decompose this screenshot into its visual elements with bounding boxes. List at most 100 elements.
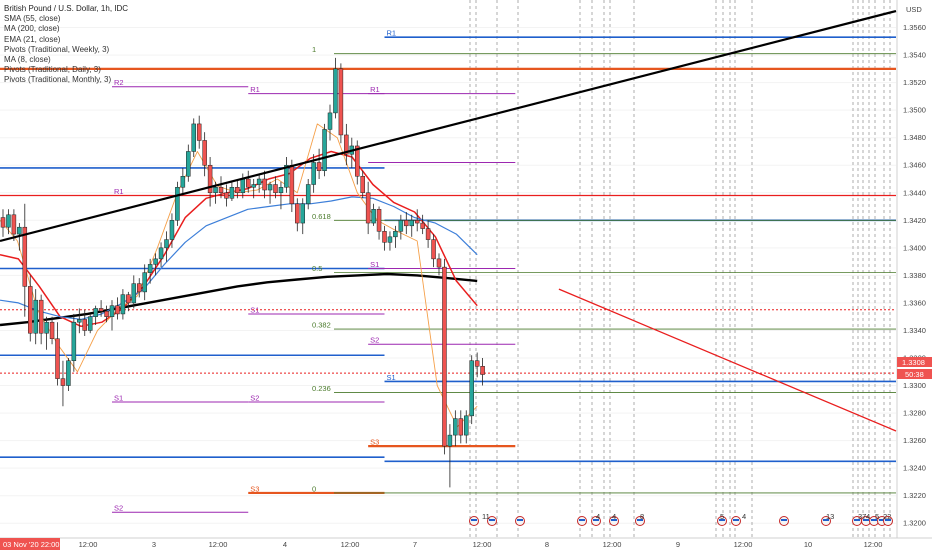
- pivot-label: S3: [370, 438, 379, 447]
- black-trend: [0, 9, 897, 243]
- candle-body: [82, 319, 87, 331]
- ma-line: [0, 150, 478, 328]
- candle: [87, 313, 93, 334]
- candle-body: [420, 222, 425, 229]
- event-flag-icon: [731, 516, 741, 526]
- fib-label: 0.236: [312, 384, 331, 393]
- candle: [469, 355, 474, 425]
- candle-body: [98, 308, 104, 312]
- candle-body: [191, 123, 196, 152]
- candle-body: [158, 247, 164, 260]
- candle-body: [87, 316, 93, 331]
- candle: [447, 424, 453, 488]
- price-tick-label: 1.3280: [903, 409, 926, 418]
- price-tick-label: 1.3200: [903, 519, 926, 528]
- candle: [126, 291, 131, 312]
- event-flag-icon: [517, 519, 523, 521]
- time-start-label: 03 Nov '20 22:00: [3, 540, 59, 549]
- time-tick-label: 12:00: [209, 540, 228, 549]
- time-tick-label: 4: [283, 540, 287, 549]
- current-price-label: 1.3308: [902, 358, 925, 367]
- pivot-label: S2: [250, 394, 259, 403]
- candle-body: [153, 258, 158, 265]
- candle-body: [414, 220, 420, 224]
- event-count-label: 4: [612, 512, 616, 521]
- candle: [420, 214, 425, 235]
- event-flag-icon: [469, 516, 479, 526]
- currency-label: USD: [906, 5, 922, 14]
- fib-label: 0.5: [312, 264, 322, 273]
- pivot-label: R2: [114, 78, 124, 87]
- event-flag-icon: [781, 519, 787, 521]
- price-tick-label: 1.3260: [903, 436, 926, 445]
- candle-body: [338, 68, 344, 136]
- time-tick-label: 3: [152, 540, 156, 549]
- pivot-label: S1: [387, 373, 396, 382]
- candle: [142, 264, 147, 301]
- candle: [28, 275, 33, 342]
- candle: [382, 225, 387, 251]
- event-flag-icon: [489, 519, 495, 521]
- candle-body: [447, 434, 453, 447]
- candle: [158, 242, 164, 268]
- candle-body: [480, 366, 485, 375]
- candle-body: [175, 187, 180, 221]
- candle: [175, 181, 180, 226]
- candle-body: [425, 228, 431, 240]
- candle-body: [398, 220, 404, 232]
- candle-body: [137, 283, 142, 293]
- candle: [458, 410, 464, 444]
- candle: [66, 358, 71, 392]
- candle-body: [273, 184, 278, 194]
- fib-label: 1: [312, 45, 316, 54]
- grid-layer: [0, 27, 896, 524]
- event-flag-icon: [515, 516, 525, 526]
- candle: [0, 209, 6, 237]
- event-count-label: 5: [720, 512, 724, 521]
- pivot-label: S1: [250, 305, 259, 314]
- candle: [376, 206, 382, 240]
- candle: [44, 316, 49, 350]
- event-count-label: 4: [866, 512, 870, 521]
- candle: [431, 234, 436, 268]
- price-tick-label: 1.3560: [903, 23, 926, 32]
- candle-body: [11, 214, 17, 235]
- event-flag-icon: [779, 516, 789, 526]
- candle: [229, 181, 235, 202]
- price-tick-label: 1.3220: [903, 491, 926, 500]
- candle: [360, 170, 365, 199]
- candle-body: [376, 209, 382, 232]
- candle-body: [246, 178, 251, 188]
- candle-body: [33, 299, 38, 334]
- price-tick-label: 1.3300: [903, 381, 926, 390]
- time-axis[interactable]: 12:00 3 12:00 4 12:00 7 12:00 8 12:00 9 12:00 10 12:…: [0, 537, 932, 550]
- candle: [191, 118, 196, 157]
- event-flag-icon: [577, 516, 587, 526]
- candle-body: [235, 187, 240, 194]
- time-tick-label: 12:00: [734, 540, 753, 549]
- candle-body: [360, 175, 365, 194]
- pivot-label: R1: [387, 29, 397, 38]
- red-trend: [558, 288, 897, 432]
- candle-body: [131, 283, 137, 304]
- candle-body: [66, 360, 71, 386]
- candle-body: [404, 220, 409, 227]
- candle: [398, 214, 404, 240]
- candle-body: [327, 112, 333, 130]
- pivot-label: S1: [370, 260, 379, 269]
- candle: [464, 410, 469, 444]
- price-chart[interactable]: R1 S1 R1 R1 R2 S1 S1 S2 S1 S2 S2 R1 S3 S3 1 0.618 0.5 0.…: [0, 0, 932, 550]
- price-tick-label: 1.3420: [903, 216, 926, 225]
- candle-body: [44, 321, 49, 334]
- pivot-label: S3: [250, 484, 259, 493]
- candle-body: [436, 258, 442, 268]
- fib-label: 0.618: [312, 212, 331, 221]
- price-axis[interactable]: USD 1.3560 1.3540 1.3520 1.3500 1.3480 1.3460…: [896, 0, 932, 538]
- candle: [49, 316, 55, 345]
- event-count-label: 13: [826, 512, 834, 521]
- candle: [38, 294, 44, 345]
- candle: [409, 214, 414, 237]
- price-tick-label: 1.3480: [903, 133, 926, 142]
- time-tick-label: 12:00: [341, 540, 360, 549]
- candle-body: [371, 209, 376, 224]
